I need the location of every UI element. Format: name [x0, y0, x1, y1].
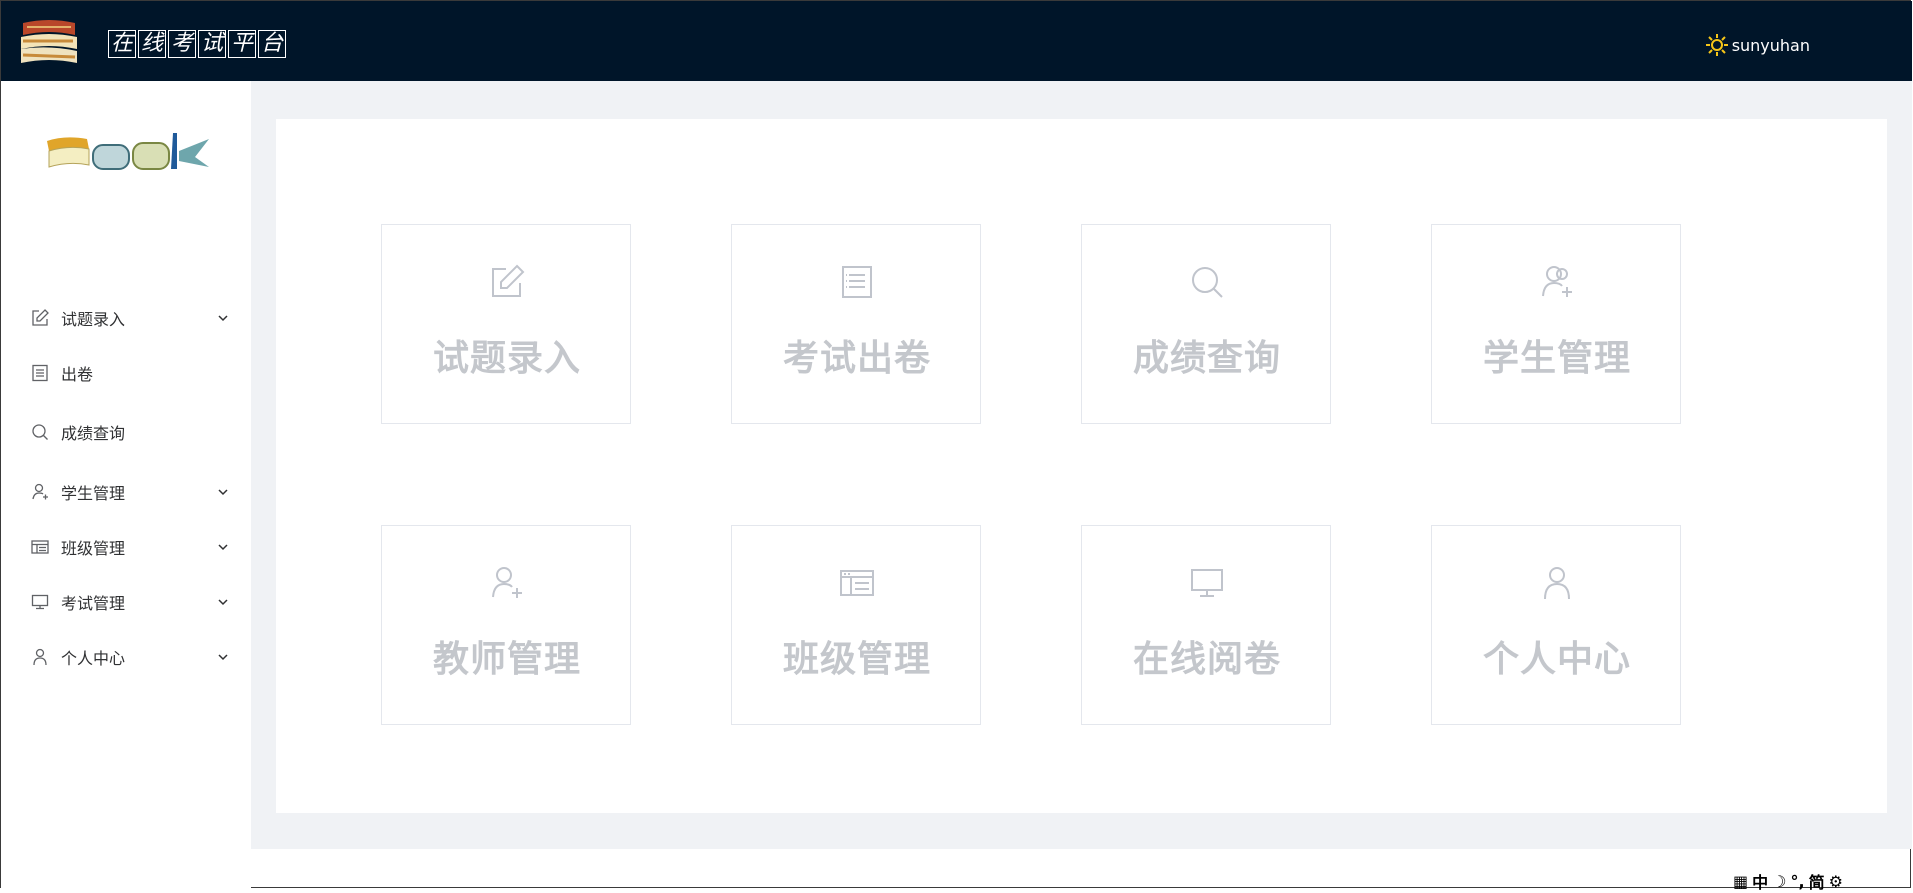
edit-icon	[492, 264, 525, 297]
card-label: 班级管理	[782, 639, 931, 680]
title-char: 在	[108, 30, 136, 58]
sun-icon	[1705, 34, 1728, 56]
user-menu[interactable]: sunyuhan	[1705, 34, 1810, 56]
card-label: 学生管理	[1482, 338, 1631, 379]
title-char: 线	[138, 30, 166, 58]
sidebar: 试题录入 出卷 成绩查询 学生管理 班级管理 考试管理 个人中心	[1, 81, 251, 888]
user-add-icon	[492, 567, 522, 598]
title-char: 台	[258, 30, 286, 58]
sidebar-item-label: 成绩查询	[61, 424, 126, 443]
card-online-grading[interactable]: 在线阅卷	[1081, 525, 1331, 725]
username: sunyuhan	[1731, 35, 1810, 55]
document-icon	[842, 266, 872, 298]
card-personal-center[interactable]: 个人中心	[1431, 525, 1681, 725]
card-teacher-management[interactable]: 教师管理	[381, 525, 631, 725]
user-icon	[33, 648, 47, 666]
table-icon	[840, 570, 874, 596]
sidebar-item-label: 学生管理	[61, 484, 126, 503]
card-label: 考试出卷	[782, 338, 931, 379]
top-header: 在 线 考 试 平 台 sunyuhan	[1, 1, 1912, 81]
title-char: 考	[168, 30, 196, 58]
half-moon-icon: ☽	[1772, 871, 1787, 891]
sidebar-item-student-management[interactable]: 学生管理	[1, 470, 251, 514]
settings-icon: ⚙	[1828, 871, 1843, 891]
card-label: 成绩查询	[1132, 338, 1281, 379]
dashboard-panel: 试题录入 考试出卷 成绩查询 学生管理 教师管理 班级管理 在线阅卷 个人中心	[276, 119, 1887, 813]
sidebar-item-personal-center[interactable]: 个人中心	[1, 635, 251, 679]
punctuation-icon: °,	[1790, 871, 1805, 891]
table-icon	[31, 540, 49, 554]
card-label: 个人中心	[1482, 639, 1631, 680]
sidebar-item-class-management[interactable]: 班级管理	[1, 525, 251, 569]
search-icon	[32, 424, 48, 440]
card-class-management[interactable]: 班级管理	[731, 525, 981, 725]
sidebar-item-make-paper[interactable]: 出卷	[1, 351, 251, 395]
card-label: 在线阅卷	[1132, 639, 1281, 680]
user-add-icon	[32, 483, 48, 500]
sidebar-item-label: 试题录入	[61, 310, 126, 329]
card-label: 教师管理	[432, 639, 581, 680]
keyboard-icon: ▦	[1733, 871, 1749, 891]
sidebar-item-exam-management[interactable]: 考试管理	[1, 580, 251, 624]
monitor-icon	[1191, 569, 1223, 597]
card-question-entry[interactable]: 试题录入	[381, 224, 631, 424]
card-student-management[interactable]: 学生管理	[1431, 224, 1681, 424]
sidebar-item-question-entry[interactable]: 试题录入	[1, 296, 251, 340]
chevron-down-icon	[218, 315, 228, 322]
document-icon	[32, 364, 48, 382]
ime-toolbar[interactable]: ▦ 中 ☽ °, 简 ⚙	[1733, 871, 1843, 893]
chevron-down-icon	[218, 544, 228, 551]
monitor-icon	[31, 594, 49, 610]
ime-charset: 简	[1808, 873, 1825, 892]
sidebar-item-label: 出卷	[61, 365, 94, 384]
title-char: 平	[228, 30, 256, 58]
chevron-down-icon	[218, 654, 228, 661]
card-make-paper[interactable]: 考试出卷	[731, 224, 981, 424]
chevron-down-icon	[218, 599, 228, 606]
card-label: 试题录入	[432, 338, 581, 379]
sidebar-item-label: 个人中心	[61, 649, 126, 668]
site-title: 在 线 考 试 平 台	[108, 30, 286, 60]
card-score-query[interactable]: 成绩查询	[1081, 224, 1331, 424]
title-char: 试	[198, 30, 226, 58]
user-icon	[1544, 567, 1570, 600]
books-logo-icon	[21, 20, 77, 63]
chevron-down-icon	[218, 489, 228, 496]
ime-mode: 中	[1752, 873, 1769, 892]
book-logo-icon	[47, 133, 209, 170]
sidebar-item-score-query[interactable]: 成绩查询	[1, 410, 251, 454]
sidebar-item-label: 考试管理	[61, 594, 126, 613]
edit-icon	[32, 309, 49, 326]
search-icon	[1192, 267, 1223, 298]
sidebar-item-label: 班级管理	[61, 539, 126, 558]
user-add-icon	[1542, 266, 1572, 297]
